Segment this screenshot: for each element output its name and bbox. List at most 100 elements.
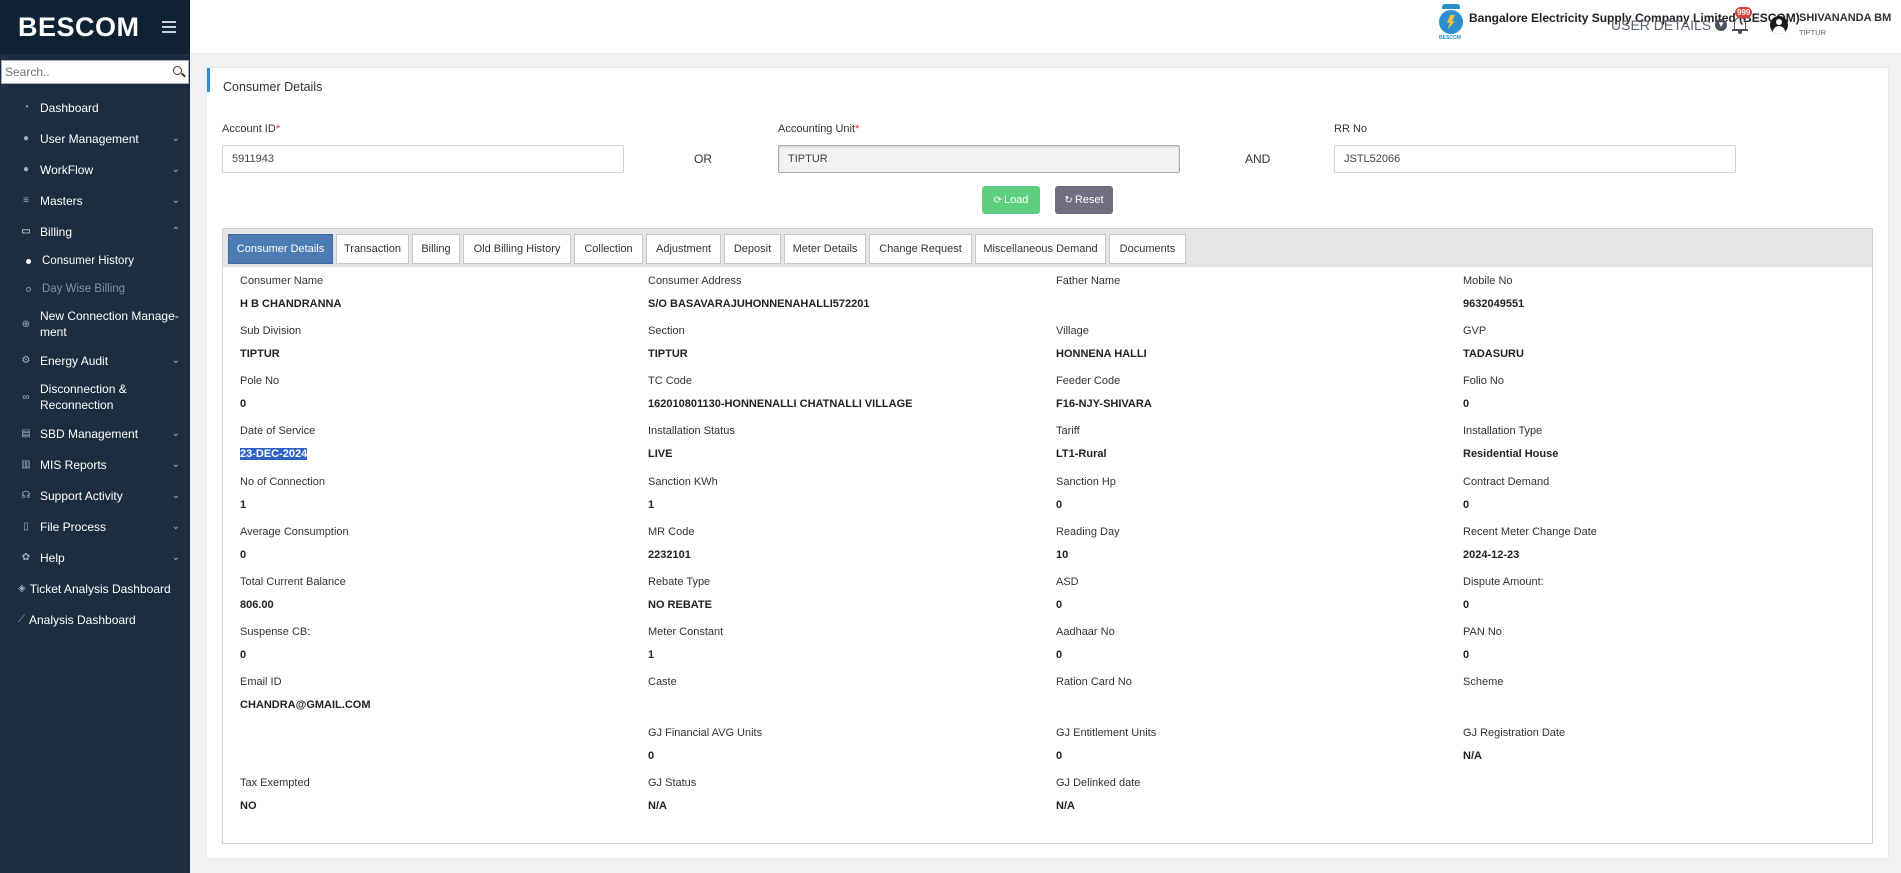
- page-title: Consumer Details: [223, 80, 323, 94]
- chevron-down-icon: ⌄: [171, 552, 180, 563]
- sidebar-item-sbd-management[interactable]: ▤ SBD Management ⌄: [0, 418, 190, 449]
- search-icon[interactable]: [170, 61, 188, 83]
- sidebar-subitem-day-wise-billing[interactable]: Day Wise Billing: [0, 275, 190, 303]
- reset-button[interactable]: ↻ Reset: [1055, 186, 1113, 214]
- list-icon: ≡: [23, 195, 29, 206]
- field-label: Section: [648, 325, 685, 337]
- field-value: 0: [240, 649, 247, 661]
- field-label: GJ Status: [648, 777, 697, 789]
- sidebar-search-input[interactable]: [2, 61, 170, 83]
- user-location: TIPTUR: [1799, 28, 1827, 37]
- sidebar-subitem-consumer-history[interactable]: Consumer History: [0, 247, 190, 275]
- field-label: Folio No: [1463, 375, 1504, 387]
- sidebar-item-analysis-dashboard[interactable]: ⟋ Analysis Dashboard: [0, 604, 190, 635]
- sidebar-item-mis-reports[interactable]: ▥ MIS Reports ⌄: [0, 449, 190, 480]
- tab-documents[interactable]: Documents: [1109, 234, 1186, 264]
- sidebar-item-energy-audit[interactable]: ⚙ Energy Audit ⌄: [0, 345, 190, 376]
- chevron-down-icon: ⌄: [171, 521, 180, 532]
- file-icon: ▯: [23, 521, 29, 532]
- tab-consumer-details[interactable]: Consumer Details: [228, 234, 333, 264]
- spinner-icon: ⟳: [993, 194, 1002, 206]
- sidebar-item-billing[interactable]: ▭ Billing ⌃: [0, 216, 190, 247]
- sidebar-item-label: WorkFlow: [40, 162, 94, 177]
- field-value: 1: [648, 499, 655, 511]
- hamburger-menu-icon[interactable]: [162, 21, 176, 33]
- consumer-details-card: Consumer Details Account ID* OR Accounti…: [206, 67, 1889, 859]
- field-label: Tax Exempted: [240, 777, 310, 789]
- chevron-circle-down-icon: ▼: [1715, 19, 1728, 31]
- chevron-down-icon: ⌄: [171, 428, 180, 439]
- field-value: F16-NJY-SHIVARA: [1056, 398, 1152, 410]
- tab-adjustment[interactable]: Adjustment: [646, 234, 721, 264]
- chevron-down-icon: ⌄: [171, 490, 180, 501]
- sidebar-item-label: New Connection Manage-ment: [40, 309, 179, 339]
- sidebar-item-label: Support Activity: [40, 488, 123, 503]
- plus-circle-icon: ⊕: [21, 318, 31, 330]
- load-button[interactable]: ⟳ Load: [982, 186, 1040, 214]
- sidebar-item-masters[interactable]: ≡ Masters ⌄: [0, 185, 190, 216]
- field-label: Email ID: [240, 676, 282, 688]
- field-value: Residential House: [1463, 448, 1559, 460]
- field-label: Mobile No: [1463, 275, 1513, 287]
- field-value: LT1-Rural: [1056, 448, 1107, 460]
- sidebar: BESCOM ◔ Dashboard ● User Management ⌄ ●…: [0, 0, 190, 873]
- sidebar-item-user-management[interactable]: ● User Management ⌄: [0, 123, 190, 154]
- sidebar-item-file-process[interactable]: ▯ File Process ⌄: [0, 511, 190, 542]
- field-label: Dispute Amount:: [1463, 576, 1544, 588]
- chevron-up-icon: ⌃: [171, 226, 180, 237]
- field-value: 2232101: [648, 549, 691, 561]
- field-label: Reading Day: [1056, 526, 1120, 538]
- field-value: TIPTUR: [648, 348, 688, 360]
- field-label: Suspense CB:: [240, 626, 311, 638]
- field-label: No of Connection: [240, 476, 325, 488]
- tab-deposit[interactable]: Deposit: [724, 234, 781, 264]
- tab-transaction[interactable]: Transaction: [336, 234, 409, 264]
- field-label: GVP: [1463, 325, 1487, 337]
- field-value: N/A: [648, 800, 667, 812]
- account-id-label: Account ID*: [222, 123, 281, 135]
- bescom-logo: BESCOM: [1438, 4, 1464, 41]
- tab-collection[interactable]: Collection: [574, 234, 643, 264]
- accounting-unit-input[interactable]: [778, 145, 1180, 173]
- sidebar-item-disconnection[interactable]: ∞ Disconnection & Reconnection: [0, 376, 190, 418]
- rr-no-input[interactable]: [1334, 145, 1736, 173]
- sidebar-item-ticket-analysis[interactable]: ◈ Ticket Analysis Dashboard: [0, 573, 190, 604]
- field-label: PAN No: [1463, 626, 1502, 638]
- sidebar-item-dashboard[interactable]: ◔ Dashboard: [0, 92, 190, 123]
- field-label: Date of Service: [240, 425, 316, 437]
- sidebar-item-label: Ticket Analysis Dashboard: [29, 581, 171, 596]
- field-label: Sanction Hp: [1056, 476, 1116, 488]
- field-value: LIVE: [648, 448, 673, 460]
- dashboard-icon: ◔: [22, 102, 30, 113]
- field-value: 0: [648, 750, 655, 762]
- details-panel: Consumer Details Transaction Billing Old…: [222, 228, 1873, 844]
- server-icon: ▤: [21, 428, 31, 439]
- account-id-input[interactable]: [222, 145, 624, 173]
- field-value: 806.00: [240, 599, 274, 611]
- headset-icon: ☊: [21, 490, 31, 501]
- tab-change-request[interactable]: Change Request: [869, 234, 972, 264]
- sidebar-item-help[interactable]: ✿ Help ⌄: [0, 542, 190, 573]
- brand-bar: BESCOM: [0, 0, 190, 54]
- field-label: Meter Constant: [648, 626, 724, 638]
- field-label: GJ Delinked date: [1056, 777, 1141, 789]
- field-value: TADASURU: [1463, 348, 1524, 360]
- sidebar-item-workflow[interactable]: ● WorkFlow ⌄: [0, 154, 190, 185]
- field-value: 10: [1056, 549, 1069, 561]
- and-text: AND: [1245, 152, 1271, 166]
- tab-old-billing-history[interactable]: Old Billing History: [463, 234, 571, 264]
- sidebar-item-support-activity[interactable]: ☊ Support Activity ⌄: [0, 480, 190, 511]
- sidebar-item-new-connection[interactable]: ⊕ New Connection Manage-ment: [0, 303, 190, 345]
- tab-meter-details[interactable]: Meter Details: [784, 234, 866, 264]
- sidebar-item-label: Energy Audit: [40, 353, 109, 368]
- avatar[interactable]: [1770, 16, 1788, 34]
- sidebar-item-label: MIS Reports: [40, 457, 107, 472]
- user-details-dropdown[interactable]: USER DETAILS ▼: [1611, 17, 1728, 33]
- tab-billing[interactable]: Billing: [412, 234, 460, 264]
- field-label: Consumer Address: [648, 275, 742, 287]
- field-label: GJ Financial AVG Units: [648, 727, 763, 739]
- field-value: N/A: [1463, 750, 1482, 762]
- chevron-down-icon: ⌄: [171, 133, 180, 144]
- field-label: Sub Division: [240, 325, 302, 337]
- tab-miscellaneous-demand[interactable]: Miscellaneous Demand: [975, 234, 1106, 264]
